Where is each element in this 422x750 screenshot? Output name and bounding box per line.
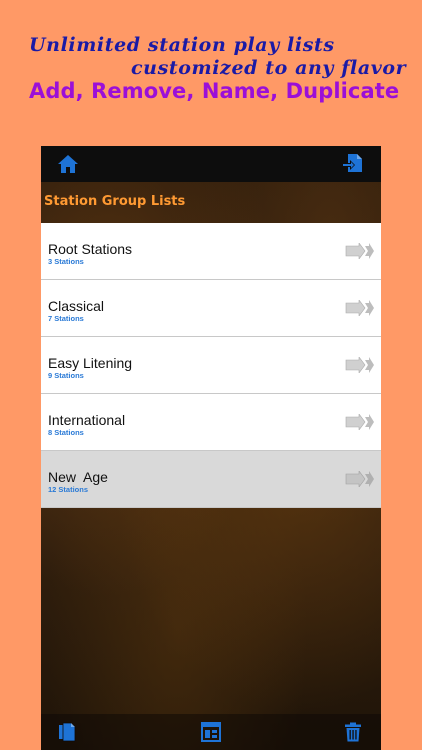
bottom-toolbar <box>41 714 381 750</box>
arrow-right-icon[interactable] <box>345 471 375 487</box>
station-count: 12 Stations <box>48 485 89 494</box>
trash-icon[interactable] <box>343 722 363 742</box>
station-count: 8 Stations <box>48 428 84 437</box>
list-item[interactable]: Classical 7 Stations <box>41 280 381 337</box>
arrow-right-icon[interactable] <box>345 357 375 373</box>
promo-line-3: Add, Remove, Name, Duplicate <box>29 79 400 103</box>
copy-icon[interactable] <box>57 722 77 742</box>
section-title: Station Group Lists <box>44 194 186 209</box>
arrow-right-icon[interactable] <box>345 243 375 259</box>
import-icon[interactable] <box>341 153 363 173</box>
station-name: Easy Litening <box>48 355 133 371</box>
arrow-right-icon[interactable] <box>345 300 375 316</box>
list-item[interactable]: International 8 Stations <box>41 394 381 451</box>
station-name: International <box>48 412 126 428</box>
home-icon[interactable] <box>57 154 79 174</box>
list-item[interactable]: Easy Litening 9 Stations <box>41 337 381 394</box>
list-item[interactable]: Root Stations 3 Stations <box>41 223 381 280</box>
station-group-list: Root Stations 3 Stations Classical 7 Sta… <box>41 223 381 508</box>
station-name: New Age <box>48 469 108 485</box>
promo-line-2: customized to any flavor <box>131 57 407 79</box>
station-name: Classical <box>48 298 105 314</box>
layout-icon[interactable] <box>201 722 221 742</box>
station-count: 3 Stations <box>48 257 84 266</box>
station-name: Root Stations <box>48 241 133 257</box>
list-item-selected[interactable]: New Age 12 Stations <box>41 451 381 508</box>
station-count: 9 Stations <box>48 371 84 380</box>
arrow-right-icon[interactable] <box>345 414 375 430</box>
app-screen: Station Group Lists Root Stations 3 Stat… <box>41 146 381 750</box>
navigation-bar <box>41 146 381 182</box>
station-count: 7 Stations <box>48 314 84 323</box>
promo-line-1: Unlimited station play lists <box>29 34 335 56</box>
